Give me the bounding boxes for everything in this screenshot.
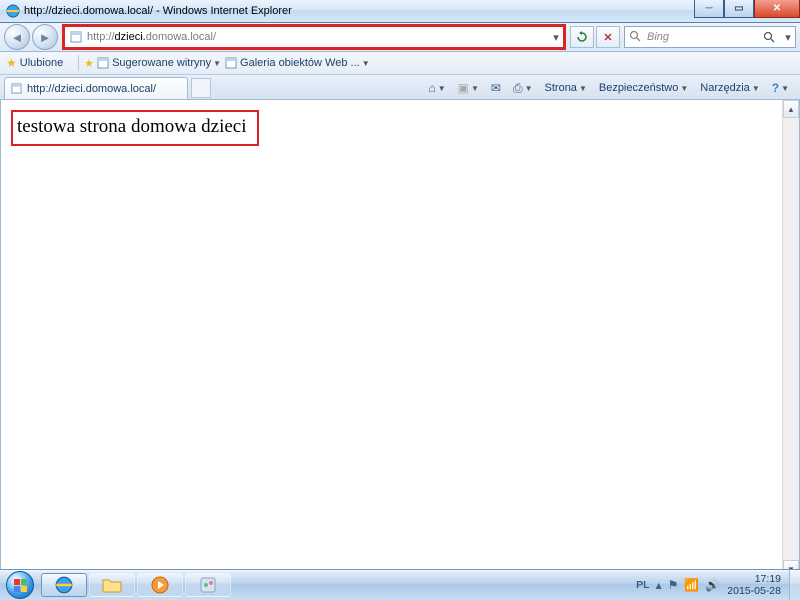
separator <box>78 55 79 71</box>
forward-button[interactable]: ► <box>32 24 58 50</box>
refresh-button[interactable] <box>570 26 594 48</box>
folder-icon <box>102 577 122 593</box>
page-heading: testowa strona domowa dzieci <box>17 116 247 137</box>
address-url: http://dzieci.domowa.local/ <box>87 31 549 43</box>
action-center-icon[interactable]: ⚑ <box>668 578 679 592</box>
page-icon <box>11 83 23 95</box>
start-button[interactable] <box>0 570 40 600</box>
web-gallery-item[interactable]: Galeria obiektów Web ... ▼ <box>225 57 370 69</box>
address-bar[interactable]: http://dzieci.domowa.local/ ▾ <box>63 25 565 49</box>
clock-date: 2015-05-28 <box>727 585 781 597</box>
navigation-toolbar: ◄ ► http://dzieci.domowa.local/ ▾ ✕ Bing… <box>0 23 800 52</box>
chevron-down-icon: ▼ <box>213 59 221 68</box>
app-icon <box>199 576 217 594</box>
print-icon: ⎙ <box>513 81 523 96</box>
clock-time: 17:19 <box>727 573 781 585</box>
print-button[interactable]: ⎙▼ <box>508 77 538 99</box>
page-menu[interactable]: Strona▼ <box>540 77 592 99</box>
read-mail-button[interactable]: ✉ <box>486 77 506 99</box>
browser-tab[interactable]: http://dzieci.domowa.local/ <box>4 77 188 99</box>
command-bar: ⌂▼ ▣▼ ✉ ⎙▼ Strona▼ Bezpieczeństwo▼ Narzę… <box>211 77 800 99</box>
home-icon: ⌂ <box>428 81 435 95</box>
home-button[interactable]: ⌂▼ <box>423 77 450 99</box>
window-title: http://dzieci.domowa.local/ - Windows In… <box>24 5 800 17</box>
help-button[interactable]: ?▼ <box>767 77 794 99</box>
back-button[interactable]: ◄ <box>4 24 30 50</box>
minimize-button[interactable]: ─ <box>694 0 724 18</box>
mail-icon: ✉ <box>491 81 501 95</box>
volume-icon[interactable]: 🔊 <box>705 578 720 592</box>
show-desktop-button[interactable] <box>789 570 800 600</box>
search-dropdown[interactable]: ▾ <box>781 31 795 44</box>
help-icon: ? <box>772 81 779 95</box>
tools-menu[interactable]: Narzędzia▼ <box>695 77 764 99</box>
favorites-star-icon[interactable]: ★ <box>6 56 17 70</box>
windows-orb-icon <box>6 571 34 599</box>
vertical-scrollbar[interactable]: ▲ ▼ <box>782 100 799 578</box>
safety-menu[interactable]: Bezpieczeństwo▼ <box>594 77 693 99</box>
favorites-label[interactable]: Ulubione <box>20 57 63 69</box>
page-icon <box>69 30 83 44</box>
windows-taskbar: PL ▴ ⚑ 📶 🔊 17:19 2015-05-28 <box>0 569 800 600</box>
scroll-up-button[interactable]: ▲ <box>783 100 799 118</box>
favorites-bar: ★ Ulubione ★ Sugerowane witryny ▼ Galeri… <box>0 52 800 75</box>
media-player-icon <box>151 576 169 594</box>
star-icon: ★ <box>84 57 94 70</box>
address-dropdown[interactable]: ▾ <box>549 31 563 44</box>
tab-bar: http://dzieci.domowa.local/ ⌂▼ ▣▼ ✉ ⎙▼ S… <box>0 75 800 100</box>
taskbar-explorer[interactable] <box>89 573 135 597</box>
search-provider-icon <box>629 30 643 44</box>
search-go-button[interactable] <box>763 31 781 43</box>
show-hidden-icons[interactable]: ▴ <box>656 578 662 592</box>
feeds-button[interactable]: ▣▼ <box>453 77 484 99</box>
taskbar-clock[interactable]: 17:19 2015-05-28 <box>727 573 781 597</box>
stop-button[interactable]: ✕ <box>596 26 620 48</box>
system-tray: PL ▴ ⚑ 📶 🔊 17:19 2015-05-28 <box>629 570 789 600</box>
language-indicator[interactable]: PL <box>636 579 649 591</box>
chevron-down-icon: ▼ <box>362 59 370 68</box>
rss-icon: ▣ <box>458 81 469 95</box>
taskbar-app[interactable] <box>185 573 231 597</box>
page-content: testowa strona domowa dzieci ▲ ▼ <box>0 100 800 578</box>
window-titlebar: http://dzieci.domowa.local/ - Windows In… <box>0 0 800 23</box>
search-box[interactable]: Bing ▾ <box>624 26 796 48</box>
network-icon[interactable]: 📶 <box>684 578 699 592</box>
ie-icon <box>55 576 73 594</box>
suggested-sites-item[interactable]: ★ Sugerowane witryny ▼ <box>84 57 221 70</box>
taskbar-ie[interactable] <box>41 573 87 597</box>
ie-icon <box>6 4 20 18</box>
search-placeholder: Bing <box>647 31 763 43</box>
scroll-track[interactable] <box>783 118 799 560</box>
page-mini-icon <box>225 57 237 69</box>
page-mini-icon <box>97 57 109 69</box>
taskbar-media-player[interactable] <box>137 573 183 597</box>
new-tab-button[interactable] <box>191 78 211 98</box>
highlight-box: testowa strona domowa dzieci <box>11 110 259 146</box>
close-button[interactable]: ✕ <box>754 0 800 18</box>
tab-title: http://dzieci.domowa.local/ <box>27 83 156 95</box>
maximize-button[interactable]: ▭ <box>724 0 754 18</box>
